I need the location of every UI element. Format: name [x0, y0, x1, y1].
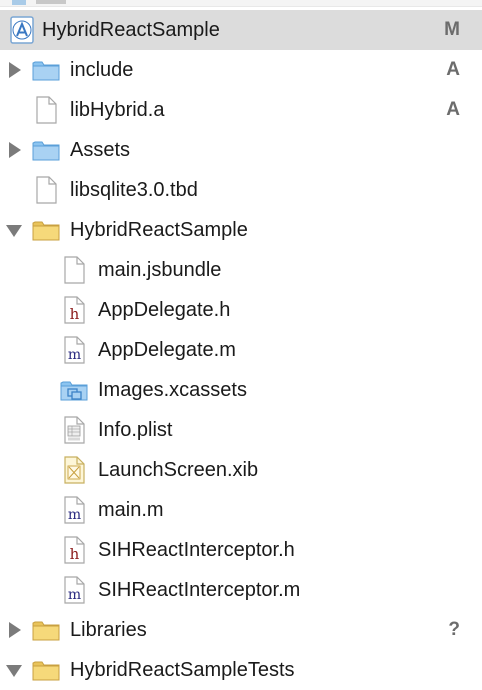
- nav-row-main-jsbundle[interactable]: main.jsbundle: [0, 250, 482, 290]
- nav-row-assets[interactable]: Assets: [0, 130, 482, 170]
- item-label: Libraries: [70, 619, 147, 641]
- status-badge: A: [446, 99, 460, 120]
- svg-text:m: m: [68, 347, 81, 363]
- clipped-row-above: [0, 0, 482, 7]
- nav-row-project[interactable]: HybridReactSample M: [0, 10, 482, 50]
- item-label: Info.plist: [98, 419, 173, 441]
- file-icon: [36, 176, 57, 204]
- nav-row-sihreactinterceptor-m[interactable]: m SIHReactInterceptor.m: [0, 570, 482, 610]
- nav-row-appdelegate-h[interactable]: h AppDelegate.h: [0, 290, 482, 330]
- nav-row-libhybrid[interactable]: libHybrid.a A: [0, 90, 482, 130]
- item-label: SIHReactInterceptor.m: [98, 579, 301, 601]
- project-label: HybridReactSample: [42, 19, 220, 41]
- item-label: main.jsbundle: [98, 259, 222, 281]
- nav-row-launchscreen-xib[interactable]: LaunchScreen.xib: [0, 450, 482, 490]
- nav-row-libsqlite[interactable]: libsqlite3.0.tbd: [0, 170, 482, 210]
- nav-row-hybridreactsampletests[interactable]: HybridReactSampleTests: [0, 650, 482, 690]
- plist-file-icon: [64, 416, 85, 444]
- disclosure-closed-icon[interactable]: [9, 142, 21, 158]
- disclosure-open-icon[interactable]: [6, 665, 22, 677]
- xcode-project-icon: [10, 16, 34, 44]
- item-label: Assets: [70, 139, 131, 161]
- file-icon: [36, 96, 57, 124]
- nav-row-info-plist[interactable]: Info.plist: [0, 410, 482, 450]
- disclosure-closed-icon[interactable]: [9, 62, 21, 78]
- status-badge: ?: [448, 619, 460, 640]
- interface-builder-file-icon: [64, 456, 85, 484]
- blue-folder-icon: [32, 141, 60, 161]
- nav-row-sihreactinterceptor-h[interactable]: h SIHReactInterceptor.h: [0, 530, 482, 570]
- item-label: main.m: [98, 499, 164, 521]
- status-badge: M: [444, 19, 460, 40]
- disclosure-closed-icon[interactable]: [9, 622, 21, 638]
- partial-icon: [12, 0, 26, 5]
- header-file-icon: h: [64, 296, 85, 324]
- implementation-file-icon: m: [64, 496, 85, 524]
- item-label: HybridReactSample: [70, 219, 248, 241]
- yellow-folder-icon: [32, 661, 60, 681]
- item-label: LaunchScreen.xib: [98, 459, 259, 481]
- disclosure-open-icon[interactable]: [6, 225, 22, 237]
- partial-label: [36, 0, 66, 4]
- svg-text:h: h: [70, 545, 80, 563]
- blue-folder-icon: [32, 61, 60, 81]
- svg-text:m: m: [68, 507, 81, 523]
- nav-row-main-m[interactable]: m main.m: [0, 490, 482, 530]
- implementation-file-icon: m: [64, 336, 85, 364]
- item-label: libsqlite3.0.tbd: [70, 179, 198, 201]
- nav-row-libraries[interactable]: Libraries ?: [0, 610, 482, 650]
- nav-row-group-hybridreactsample[interactable]: HybridReactSample: [0, 210, 482, 250]
- yellow-folder-icon: [32, 221, 60, 241]
- yellow-folder-icon: [32, 621, 60, 641]
- item-label: SIHReactInterceptor.h: [98, 539, 295, 561]
- svg-text:m: m: [68, 587, 81, 603]
- nav-row-include[interactable]: include A: [0, 50, 482, 90]
- item-label: include: [70, 59, 134, 81]
- project-navigator: HybridReactSample M include A libHybrid.…: [0, 0, 482, 690]
- nav-row-appdelegate-m[interactable]: m AppDelegate.m: [0, 330, 482, 370]
- asset-catalog-icon: [60, 381, 88, 401]
- item-label: AppDelegate.m: [98, 339, 236, 361]
- implementation-file-icon: m: [64, 576, 85, 604]
- item-label: HybridReactSampleTests: [70, 659, 295, 681]
- status-badge: A: [446, 59, 460, 80]
- item-label: libHybrid.a: [70, 99, 165, 121]
- nav-row-images-xcassets[interactable]: Images.xcassets: [0, 370, 482, 410]
- item-label: AppDelegate.h: [98, 299, 231, 321]
- item-label: Images.xcassets: [98, 379, 247, 401]
- file-icon: [64, 256, 85, 284]
- header-file-icon: h: [64, 536, 85, 564]
- svg-text:h: h: [70, 305, 80, 323]
